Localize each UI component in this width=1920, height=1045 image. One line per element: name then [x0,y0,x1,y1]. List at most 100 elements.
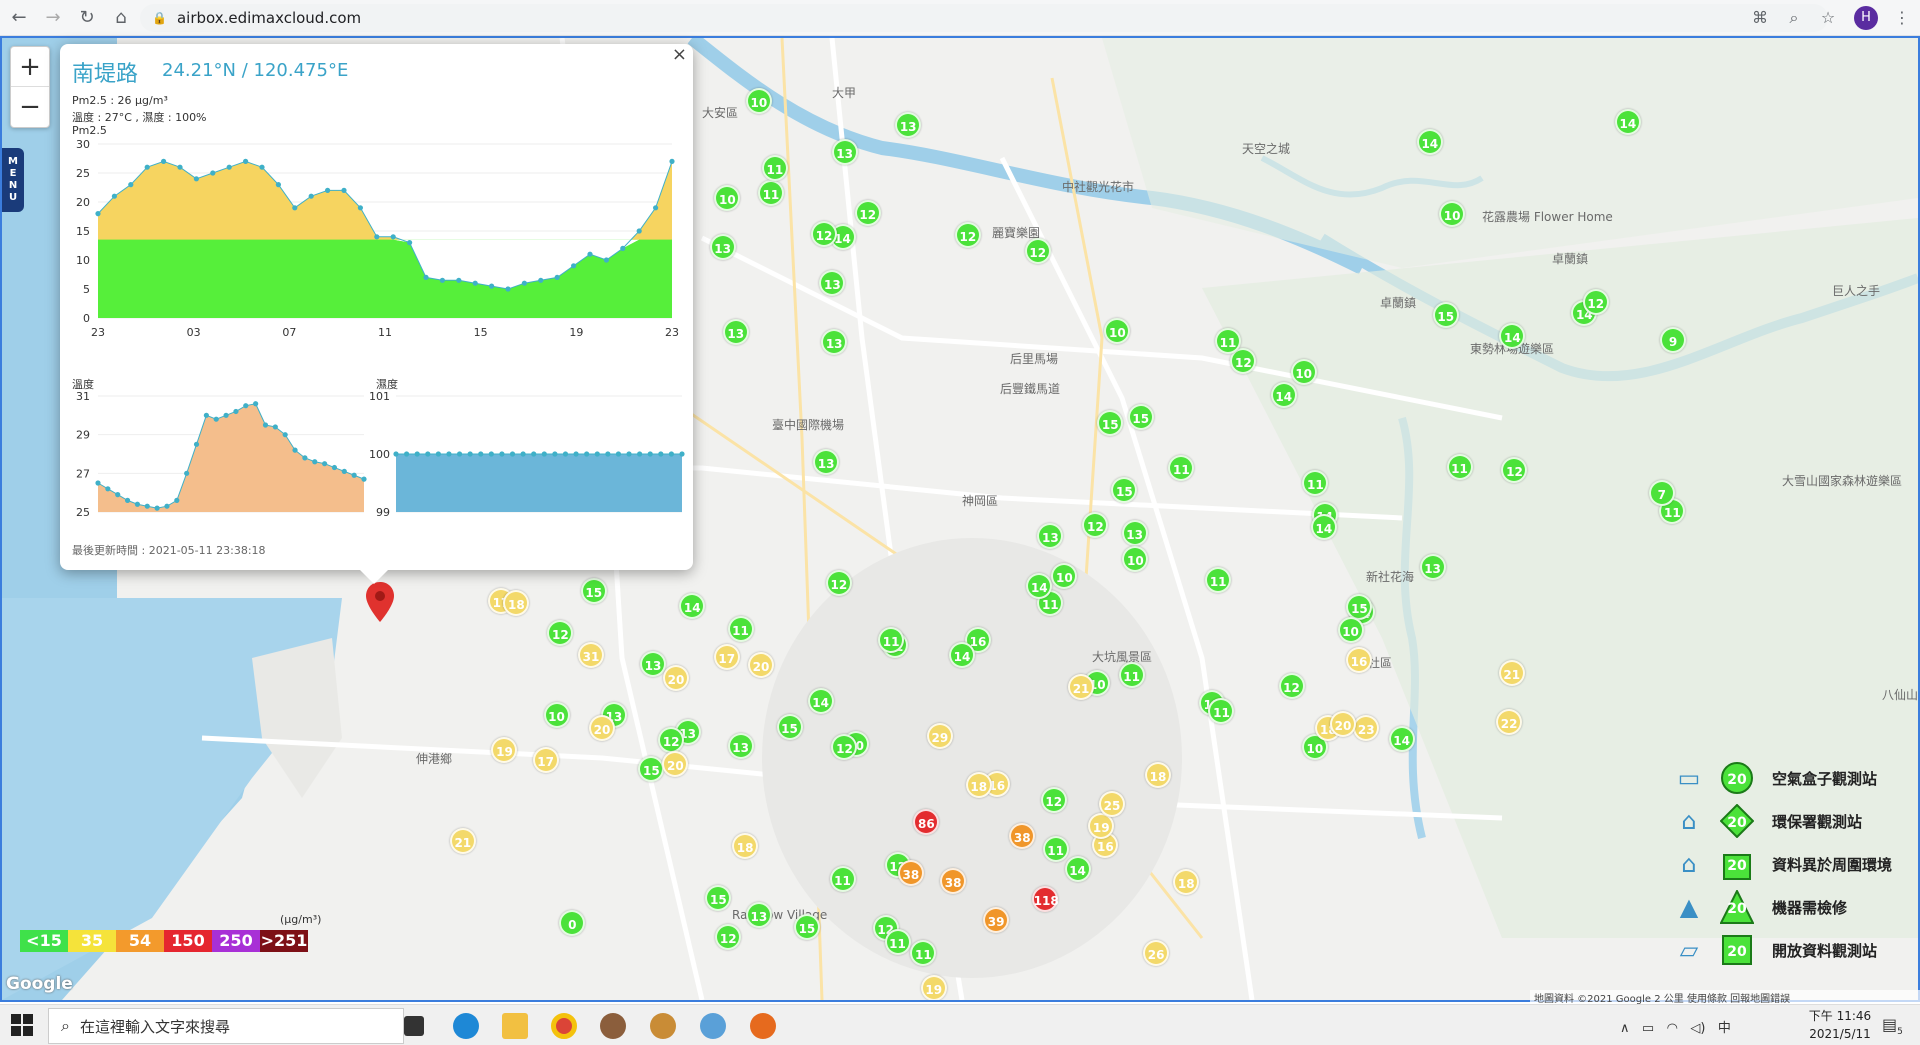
red-station-marker[interactable]: 86 [913,808,940,835]
tray-chevron-icon[interactable]: ∧ [1620,1021,1630,1036]
app-icon-3[interactable] [700,1013,726,1039]
yellow-station-marker[interactable]: 25 [1099,790,1125,817]
taskbar-search[interactable]: ⌕ 在這裡輸入文字來搜尋 [48,1008,404,1044]
green-station-marker[interactable]: 13 [722,318,749,345]
back-icon[interactable]: ← [4,3,34,33]
green-station-marker[interactable]: 15 [793,913,820,940]
green-station-marker[interactable]: 12 [954,222,981,249]
chrome-icon[interactable] [551,1013,577,1039]
translate-icon[interactable]: ⌘ [1748,6,1772,30]
yellow-station-marker[interactable]: 20 [589,714,616,741]
yellow-station-marker[interactable]: 23 [1353,714,1380,741]
green-station-marker[interactable]: 13 [727,733,754,760]
green-station-marker[interactable]: 12 [1040,787,1067,814]
green-station-marker[interactable]: 7 [1648,479,1675,506]
green-station-marker[interactable]: 13 [1419,553,1446,580]
location-pin-icon[interactable] [366,582,394,622]
task-view-icon[interactable] [404,1016,424,1036]
yellow-station-marker[interactable]: 29 [926,723,953,750]
address-bar[interactable]: 🔒 airbox.edimaxcloud.com [140,4,1828,32]
browser-menu-icon[interactable]: ⋮ [1892,6,1912,30]
green-station-marker[interactable]: 12 [854,199,881,226]
green-station-marker[interactable]: 11 [1118,662,1145,689]
green-station-marker[interactable]: 14 [1270,381,1297,408]
ime-indicator[interactable]: 中 [1718,1021,1731,1036]
app-icon-2[interactable] [650,1013,676,1039]
system-tray[interactable]: ∧ ▭ ◠ ◁) 中 [1620,1017,1731,1036]
green-station-marker[interactable]: 14 [679,592,706,619]
yellow-station-marker[interactable]: 18 [1173,868,1200,895]
volume-icon[interactable]: ◁) [1690,1021,1705,1036]
yellow-station-marker[interactable]: 31 [577,642,604,669]
file-explorer-icon[interactable] [502,1013,528,1039]
profile-avatar[interactable]: H [1854,6,1878,30]
zoom-out-button[interactable]: − [11,87,49,127]
green-station-marker[interactable]: 11 [727,616,754,643]
green-station-marker[interactable]: 10 [1290,358,1317,385]
forward-icon[interactable]: → [38,3,68,33]
green-station-marker[interactable]: 10 [543,701,570,728]
green-station-marker[interactable]: 14 [807,687,834,714]
green-station-marker[interactable]: 11 [1208,697,1235,724]
green-station-marker[interactable]: 10 [1439,200,1466,227]
green-station-marker[interactable]: 14 [1064,855,1091,882]
green-station-marker[interactable]: 13 [1121,520,1148,547]
yellow-station-marker[interactable]: 21 [1068,673,1095,700]
green-station-marker[interactable]: 15 [580,578,607,605]
yellow-station-marker[interactable]: 19 [920,974,947,1000]
home-icon[interactable]: ⌂ [106,3,136,33]
green-station-marker[interactable]: 15 [776,713,803,740]
yellow-station-marker[interactable]: 21 [1498,659,1525,686]
green-station-marker[interactable]: 0 [559,909,586,936]
red-station-marker[interactable]: 118 [1031,885,1059,912]
green-station-marker[interactable]: 11 [1446,453,1473,480]
green-station-marker[interactable]: 11 [829,866,856,893]
battery-icon[interactable]: ▭ [1642,1021,1654,1036]
wifi-icon[interactable]: ◠ [1667,1021,1678,1036]
green-station-marker[interactable]: 11 [761,154,788,181]
yellow-station-marker[interactable]: 20 [662,664,689,691]
green-station-marker[interactable]: 10 [745,87,772,114]
green-station-marker[interactable]: 15 [1127,403,1154,430]
yellow-station-marker[interactable]: 20 [1329,711,1356,738]
orange-station-marker[interactable]: 38 [897,859,924,886]
green-station-marker[interactable]: 12 [825,569,852,596]
yellow-station-marker[interactable]: 19 [491,736,518,763]
green-station-marker[interactable]: 12 [658,726,685,753]
close-icon[interactable]: × [672,44,687,65]
yellow-station-marker[interactable]: 17 [532,746,559,773]
yellow-station-marker[interactable]: 21 [449,827,476,854]
zoom-in-button[interactable]: + [11,47,49,87]
yellow-station-marker[interactable]: 16 [1346,646,1373,673]
app-icon-1[interactable] [600,1013,626,1039]
green-station-marker[interactable]: 13 [709,234,736,261]
edge-icon[interactable] [453,1013,479,1039]
star-icon[interactable]: ☆ [1816,6,1840,30]
clock[interactable]: 下午 11:46 2021/5/11 [1808,1007,1872,1043]
green-station-marker[interactable]: 10 [1337,617,1364,644]
green-station-marker[interactable]: 14 [1614,109,1641,136]
green-station-marker[interactable]: 13 [745,902,772,929]
yellow-station-marker[interactable]: 22 [1496,708,1523,735]
windows-start-icon[interactable] [10,1013,34,1037]
yellow-station-marker[interactable]: 26 [1143,939,1170,966]
green-station-marker[interactable]: 12 [1582,288,1609,315]
green-station-marker[interactable]: 14 [1388,725,1415,752]
green-station-marker[interactable]: 11 [878,626,905,653]
green-station-marker[interactable]: 12 [1278,673,1305,700]
yellow-station-marker[interactable]: 18 [732,832,759,859]
orange-station-marker[interactable]: 39 [983,906,1010,933]
yellow-station-marker[interactable]: 17 [713,644,740,671]
green-station-marker[interactable]: 15 [1432,302,1459,329]
green-station-marker[interactable]: 12 [715,923,742,950]
yellow-station-marker[interactable]: 18 [965,772,992,799]
green-station-marker[interactable]: 14 [1499,322,1526,349]
green-station-marker[interactable]: 14 [949,641,976,668]
green-station-marker[interactable]: 13 [831,139,858,166]
green-station-marker[interactable]: 12 [811,221,837,248]
green-station-marker[interactable]: 11 [884,929,911,956]
green-station-marker[interactable]: 12 [547,619,574,646]
notification-icon[interactable]: ▤5 [1882,1015,1903,1037]
yellow-station-marker[interactable]: 20 [748,651,775,678]
app-icon-4[interactable] [750,1013,776,1039]
